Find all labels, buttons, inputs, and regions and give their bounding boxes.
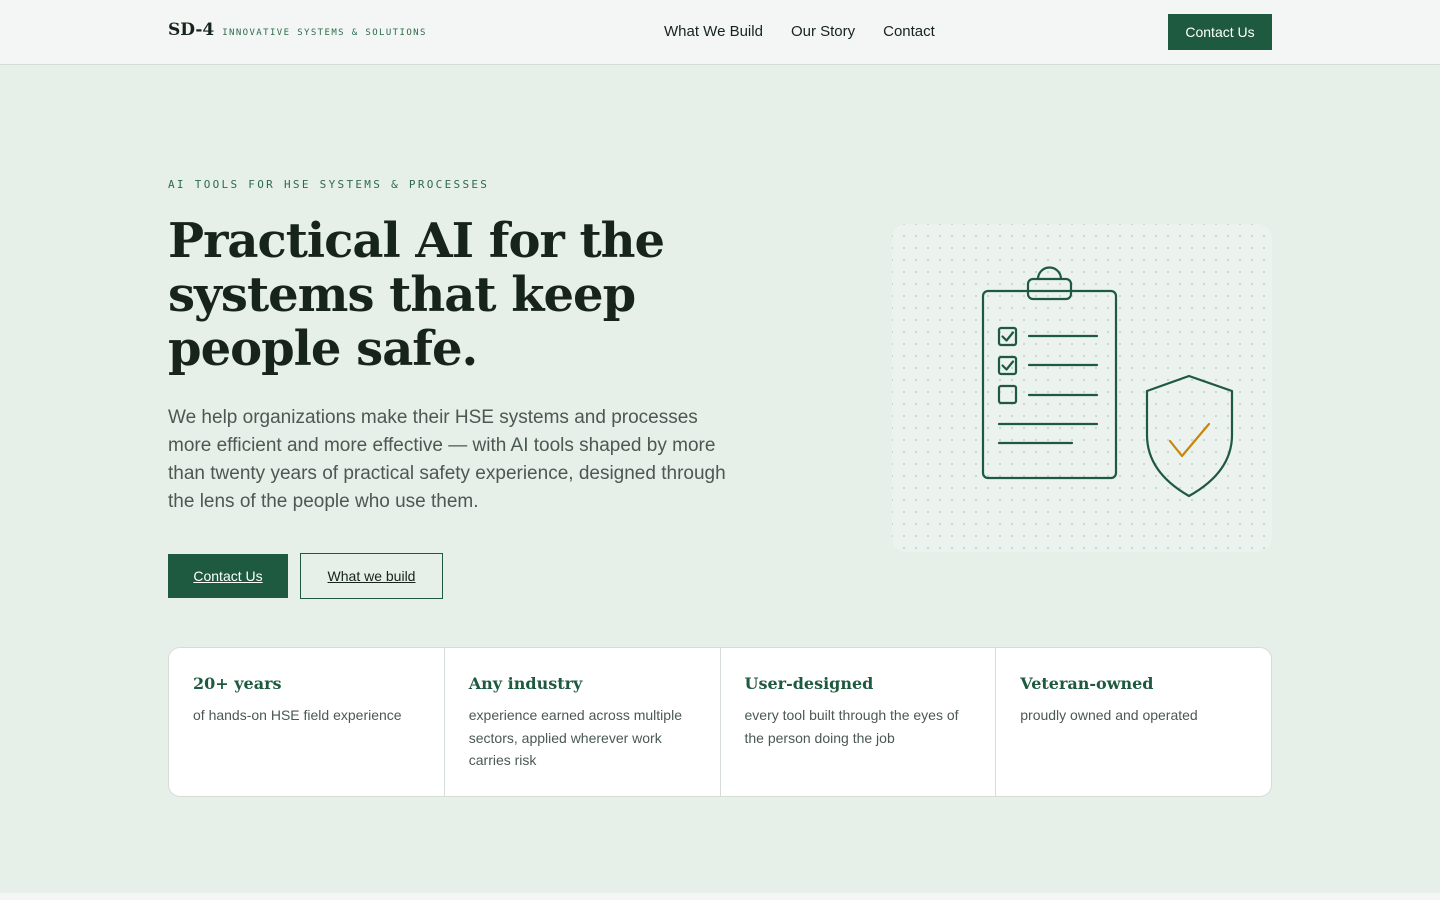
- nav-contact-us-button[interactable]: Contact Us: [1168, 14, 1272, 50]
- hero-eyebrow: AI TOOLS FOR HSE SYSTEMS & PROCESSES: [168, 178, 490, 191]
- stat-description: of hands-on HSE field experience: [193, 707, 402, 723]
- stat-title: Any industry: [468, 674, 583, 693]
- brand-logo-text[interactable]: SD-4: [168, 20, 214, 40]
- top-navigation: SD-4 INNOVATIVE SYSTEMS & SOLUTIONS What…: [0, 0, 1440, 65]
- stat-description: proudly owned and operated: [1020, 707, 1198, 723]
- brand[interactable]: SD-4 INNOVATIVE SYSTEMS & SOLUTIONS: [168, 20, 427, 40]
- nav-link-our-story[interactable]: Our Story: [791, 23, 855, 40]
- nav-links: What We Build Our Story Contact: [664, 23, 935, 40]
- hero-illustration: [892, 224, 1272, 552]
- stat-description: every tool built through the eyes of the…: [744, 707, 959, 746]
- nav-link-what-we-build[interactable]: What We Build: [664, 23, 763, 40]
- stat-user-designed: User-designed every tool built through t…: [721, 648, 997, 796]
- nav-link-contact[interactable]: Contact: [883, 23, 935, 40]
- stat-title: User-designed: [744, 674, 874, 693]
- hero-contact-us-button[interactable]: Contact Us: [168, 554, 288, 598]
- stat-industry: Any industry experience earned across mu…: [445, 648, 721, 796]
- hero-what-we-build-button[interactable]: What we build: [300, 553, 443, 599]
- stats-panel: 20+ years of hands-on HSE field experien…: [168, 647, 1272, 797]
- clipboard-checklist-icon: [981, 266, 1118, 480]
- illustration-svg: [981, 266, 1234, 498]
- stat-experience: 20+ years of hands-on HSE field experien…: [169, 648, 445, 796]
- next-section-edge: [0, 893, 1440, 900]
- hero-description: We help organizations make their HSE sys…: [168, 407, 726, 512]
- stat-title: 20+ years: [193, 674, 282, 693]
- hero-headline: Practical AI for the systems that keep p…: [168, 213, 665, 377]
- stat-veteran-owned: Veteran-owned proudly owned and operated: [996, 648, 1271, 796]
- shield-check-icon: [1145, 374, 1234, 498]
- stat-title: Veteran-owned: [1020, 674, 1154, 693]
- stat-description: experience earned across multiple sector…: [468, 707, 682, 768]
- brand-tagline: INNOVATIVE SYSTEMS & SOLUTIONS: [222, 28, 427, 38]
